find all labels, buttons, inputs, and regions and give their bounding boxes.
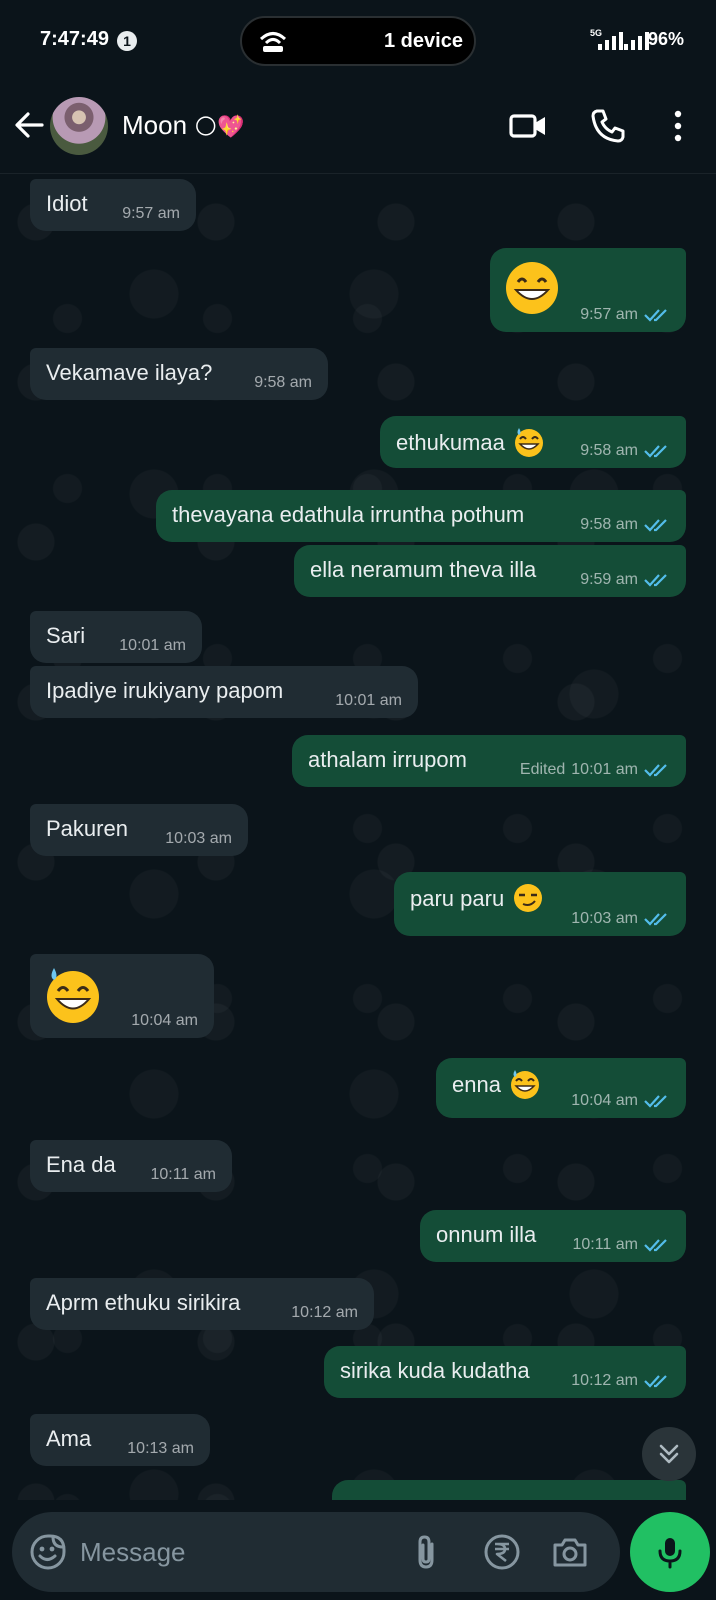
message-time: 10:12 am — [571, 1372, 672, 1390]
contact-name[interactable]: Moon 🌕💖 — [122, 110, 245, 141]
message-text: Ena da — [46, 1152, 116, 1177]
sweat-smile-emoji-icon — [47, 968, 99, 1023]
signal-icon — [598, 30, 623, 50]
device-connection-pill[interactable]: 1 device — [240, 16, 476, 66]
grinning-face-emoji-icon — [506, 262, 558, 314]
message-time: 10:11 am — [150, 1166, 216, 1183]
message-text: thevayana edathula irruntha pothum — [172, 502, 525, 527]
scroll-to-bottom-button[interactable] — [642, 1427, 696, 1481]
payment-rupee-icon[interactable] — [482, 1532, 522, 1572]
message-list[interactable]: Idiot 9:57 am 9:57 am Vekamave ilaya? 9:… — [0, 174, 716, 1500]
message-time: 10:04 am — [571, 1092, 672, 1110]
more-options-icon[interactable] — [658, 106, 698, 146]
message-text: athalam irrupom — [308, 747, 467, 772]
message-time: 10:12 am — [291, 1304, 358, 1321]
message-outgoing[interactable]: athalam irrupom Edited 10:01 am — [292, 735, 686, 787]
read-receipt-icon — [644, 764, 667, 777]
message-outgoing[interactable]: thevayana edathula irruntha pothum 9:58 … — [156, 490, 686, 542]
message-text: onnum illa — [436, 1222, 537, 1247]
message-text: enna — [452, 1070, 541, 1102]
message-incoming[interactable]: Pakuren 10:03 am — [30, 804, 248, 856]
message-outgoing[interactable]: ella neramum theva illa 9:59 am — [294, 545, 686, 597]
message-text: ethukumaa — [396, 428, 545, 460]
message-outgoing[interactable]: ethukumaa 9:58 am — [380, 416, 686, 468]
edited-label: Edited — [519, 761, 566, 778]
contact-name-text: Moon — [122, 110, 188, 140]
message-time: 9:58 am — [254, 374, 312, 391]
message-input[interactable] — [80, 1530, 400, 1574]
message-text: Aprm ethuku sirikira — [46, 1290, 241, 1315]
read-receipt-icon — [644, 309, 667, 322]
message-outgoing[interactable]: enna 10:04 am — [436, 1058, 686, 1118]
status-time: 7:47:49 — [40, 28, 109, 50]
message-time: 9:57 am — [122, 205, 180, 222]
back-arrow-icon[interactable] — [12, 108, 46, 142]
message-outgoing[interactable]: sirika kuda kudatha 10:12 am — [324, 1346, 686, 1398]
message-incoming[interactable]: Vekamave ilaya? 9:58 am — [30, 348, 328, 400]
voice-call-icon[interactable] — [588, 106, 628, 146]
message-time: 10:03 am — [165, 830, 232, 847]
message-time: 10:03 am — [571, 910, 672, 928]
read-receipt-icon — [644, 1375, 667, 1388]
video-call-icon[interactable] — [508, 106, 548, 146]
message-incoming[interactable]: Ena da 10:11 am — [30, 1140, 232, 1192]
message-time: 9:58 am — [580, 516, 672, 534]
read-receipt-icon — [644, 445, 667, 458]
message-text: sirika kuda kudatha — [340, 1358, 530, 1383]
battery-level: 96% — [648, 29, 685, 49]
signal-icon-secondary — [624, 30, 649, 50]
message-text: Ipadiye irukiyany papom — [46, 678, 284, 703]
message-outgoing-partial[interactable] — [332, 1480, 686, 1500]
message-text: paru paru — [410, 884, 544, 916]
message-incoming[interactable]: Ama 10:13 am — [30, 1414, 210, 1466]
hotspot-icon — [259, 32, 287, 52]
message-incoming[interactable]: Aprm ethuku sirikira 10:12 am — [30, 1278, 374, 1330]
voice-record-button[interactable] — [630, 1512, 710, 1592]
emoji-sticker-icon[interactable] — [28, 1532, 68, 1572]
read-receipt-icon — [644, 1095, 667, 1108]
message-text: Pakuren — [46, 816, 128, 841]
read-receipt-icon — [644, 913, 667, 926]
message-time: 10:01 am — [335, 692, 402, 709]
message-time: Edited 10:01 am — [520, 761, 672, 779]
message-incoming[interactable]: Idiot 9:57 am — [30, 179, 196, 231]
double-chevron-down-icon — [659, 1444, 679, 1464]
message-composer — [12, 1512, 620, 1592]
read-receipt-icon — [644, 574, 667, 587]
message-time: 9:57 am — [580, 306, 672, 324]
attach-paperclip-icon[interactable] — [406, 1532, 446, 1572]
message-outgoing[interactable]: 9:57 am — [490, 248, 686, 332]
message-time: 10:13 am — [127, 1440, 194, 1457]
message-text: Ama — [46, 1426, 92, 1451]
chat-header: Moon 🌕💖 — [0, 84, 716, 174]
message-time: 10:11 am — [572, 1236, 672, 1254]
contact-name-emojis: 🌕💖 — [194, 114, 245, 139]
camera-icon[interactable] — [550, 1532, 590, 1572]
message-text: Sari — [46, 623, 86, 648]
read-receipt-icon — [644, 519, 667, 532]
message-incoming[interactable]: 10:04 am — [30, 954, 214, 1038]
microphone-icon — [658, 1538, 682, 1569]
message-text: Vekamave ilaya? — [46, 360, 213, 385]
status-bar: 7:47:49 1 1 device 5G 96% — [0, 0, 716, 84]
read-receipt-icon — [644, 1239, 667, 1252]
message-incoming[interactable]: Sari 10:01 am — [30, 611, 202, 663]
sweat-smile-emoji-icon — [511, 1070, 540, 1099]
contact-avatar[interactable] — [50, 97, 108, 155]
smirking-face-emoji-icon — [514, 884, 543, 912]
device-count-label: 1 device — [384, 30, 463, 52]
message-outgoing[interactable]: paru paru 10:03 am — [394, 872, 686, 936]
message-text: Idiot — [46, 191, 88, 216]
notification-badge-icon: 1 — [117, 31, 137, 51]
sweat-smile-emoji-icon — [514, 428, 543, 457]
message-text: ella neramum theva illa — [310, 557, 537, 582]
message-outgoing[interactable]: onnum illa 10:11 am — [420, 1210, 686, 1262]
message-time: 9:58 am — [580, 442, 672, 460]
message-time: 9:59 am — [580, 571, 672, 589]
message-time: 10:01 am — [119, 637, 186, 654]
message-time: 10:04 am — [131, 1012, 198, 1029]
message-incoming[interactable]: Ipadiye irukiyany papom 10:01 am — [30, 666, 418, 718]
